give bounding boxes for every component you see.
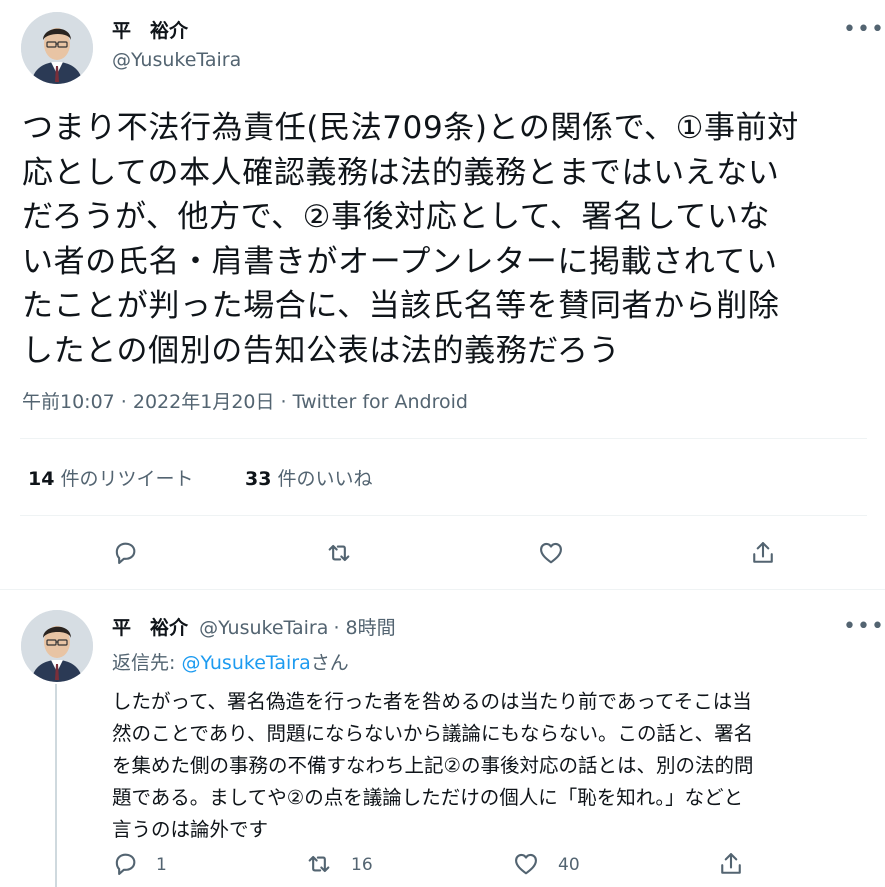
reply-text-line: 題である。ましてや②の点を議論しただけの個人に「恥を知れ。」などと [112, 786, 744, 809]
more-icon[interactable]: ••• [843, 19, 885, 41]
reply-time[interactable]: · 8時間 [333, 617, 395, 639]
divider [0, 589, 885, 590]
author-handle[interactable]: @YusukeTaira [112, 49, 241, 71]
author-avatar[interactable] [21, 12, 93, 84]
reply-to-line: 返信先: @YusukeTairaさん [112, 648, 349, 675]
reply-retweet-count: 16 [351, 855, 373, 875]
tweet-text-line: い者の氏名・肩書きがオープンレターに掲載されてい [22, 243, 778, 280]
reply-to-handle-link[interactable]: @YusukeTaira [181, 652, 310, 674]
tweet-text-line: だろうが、他方で、②事後対応として、署名していな [22, 199, 771, 235]
reply-author-handle[interactable]: @YusukeTaira [199, 617, 328, 639]
thread-line [55, 684, 57, 887]
reply-author-avatar[interactable] [21, 610, 93, 682]
like-label: 件のいいね [277, 468, 373, 490]
like-icon[interactable] [512, 850, 540, 878]
tweet-text-line: したとの個別の告知公表は法的義務だろう [22, 332, 621, 369]
tweet-text-line: 応としての本人確認義務は法的義務とまではいえない [22, 154, 780, 191]
divider [20, 438, 867, 439]
reply-to-prefix: 返信先: [112, 652, 182, 674]
retweet-stat[interactable]: 14 件のリツイート [28, 464, 194, 491]
divider [20, 515, 867, 516]
reply-author-name[interactable]: 平 裕介 [112, 617, 188, 639]
reply-to-suffix: さん [310, 652, 349, 674]
like-stat[interactable]: 33 件のいいね [245, 464, 373, 491]
tweet-timestamp[interactable]: 午前10:07 · 2022年1月20日 · Twitter for Andro… [22, 387, 468, 414]
reply-text-line: 言うのは論外です [112, 818, 269, 841]
reply-icon[interactable] [111, 850, 139, 878]
reply-text-line: を集めた側の事務の不備すなわち上記②の事後対応の話とは、別の法的問 [112, 754, 754, 777]
like-count: 33 [245, 468, 272, 490]
like-icon[interactable] [537, 539, 565, 567]
retweet-icon[interactable] [305, 850, 333, 878]
reply-like-count: 40 [558, 855, 580, 875]
tweet-text: つまり不法行為責任(民法709条)との関係で、①事前対 応としての本人確認義務は… [22, 106, 867, 373]
reply-text-line: 然のことであり、問題にならないから議論にもならない。この話と、署名 [112, 722, 754, 745]
more-icon[interactable]: ••• [843, 616, 885, 638]
author-name[interactable]: 平 裕介 [112, 16, 188, 43]
reply-icon[interactable] [111, 539, 139, 567]
reply-text: したがって、署名偽造を行った者を咎めるのは当たり前であってそこは当 然のことであ… [112, 686, 872, 846]
retweet-count: 14 [28, 468, 55, 490]
share-icon[interactable] [717, 850, 745, 878]
tweet-text-line: つまり不法行為責任(民法709条)との関係で、①事前対 [22, 110, 799, 146]
reply-header: 平 裕介 @YusukeTaira · 8時間 [112, 613, 396, 640]
retweet-label: 件のリツイート [60, 468, 194, 490]
reply-text-line: したがって、署名偽造を行った者を咎めるのは当たり前であってそこは当 [112, 690, 752, 713]
reply-count: 1 [156, 855, 167, 875]
share-icon[interactable] [749, 539, 777, 567]
tweet-text-line: たことが判った場合に、当該氏名等を賛同者から削除 [22, 288, 780, 324]
retweet-icon[interactable] [325, 539, 353, 567]
